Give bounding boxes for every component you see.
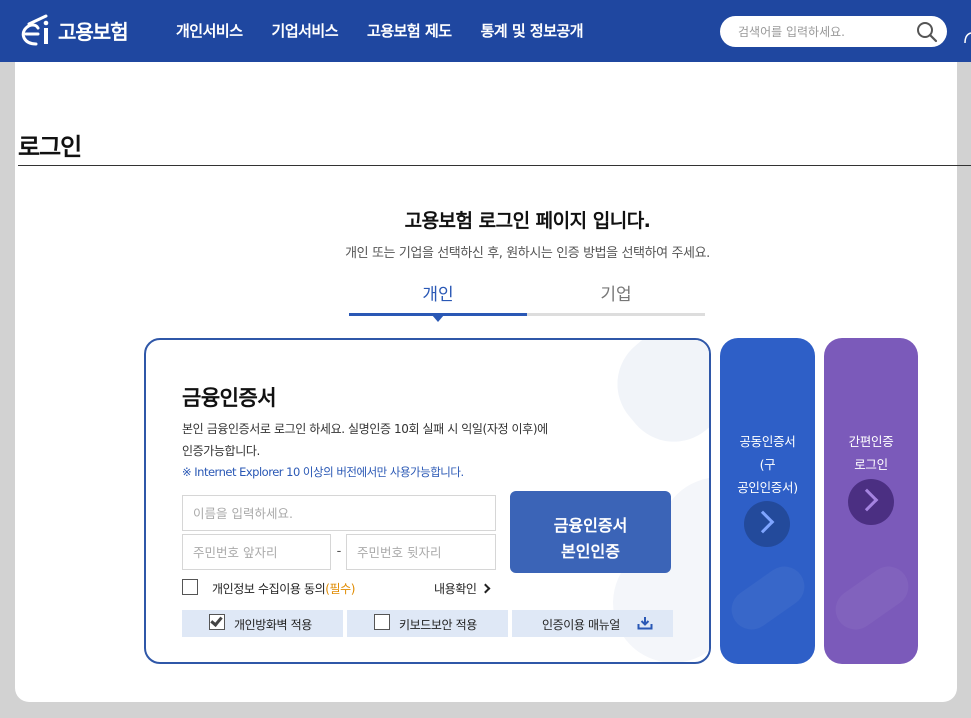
nav-company-services[interactable]: 기업서비스 <box>272 20 339 41</box>
rrn-front-input[interactable] <box>182 534 331 570</box>
joint-cert-line: (구 <box>759 457 776 472</box>
financial-cert-card: 금융인증서 본인 금융인증서로 로그인 하세요. 실명인증 10회 실패 시 익… <box>144 338 711 664</box>
simple-auth-panel[interactable]: 간편인증 로그인 <box>824 338 918 664</box>
firewall-label: 개인방화벽 적용 <box>234 618 312 632</box>
joint-cert-label: 공동인증서 (구 공인인증서) <box>720 430 815 499</box>
tab-active-caret-icon <box>432 315 444 322</box>
card-description: 본인 금융인증서로 로그인 하세요. 실명인증 10회 실패 시 익일(자정 이… <box>182 418 612 462</box>
joint-cert-line: 공동인증서 <box>739 434 796 449</box>
nav-statistics[interactable]: 통계 및 정보공개 <box>481 20 584 41</box>
search-input[interactable] <box>738 22 908 42</box>
privacy-agree-label: 개인정보 수집이용 동의(필수) <box>212 580 355 597</box>
site-logo[interactable]: 고용보험 <box>16 10 129 50</box>
checkmark-icon <box>210 614 223 627</box>
button-label-line: 금융인증서 <box>553 517 628 535</box>
login-subheading: 개인 또는 기업을 선택하신 후, 원하시는 인증 방법을 선택하여 주세요. <box>345 246 710 261</box>
nav-insurance-system[interactable]: 고용보험 제도 <box>367 20 452 41</box>
ei-logo-icon <box>16 10 56 50</box>
chevron-right-icon <box>751 510 775 534</box>
agree-text: 개인정보 수집이용 동의 <box>212 582 326 596</box>
panel-decoration <box>827 558 917 638</box>
partial-menu-icon <box>963 30 971 44</box>
tab-personal-label: 개인 <box>422 285 454 305</box>
panel-decoration <box>723 558 813 638</box>
firewall-checkbox[interactable] <box>209 614 225 630</box>
chevron-right-icon <box>480 583 491 594</box>
card-desc-line: 인증가능합니다. <box>182 444 260 458</box>
search-icon[interactable] <box>916 21 938 43</box>
card-decoration <box>597 340 709 463</box>
privacy-agree-checkbox[interactable] <box>182 579 198 595</box>
keyboard-security-option[interactable]: 키보드보안 적용 <box>347 610 508 637</box>
title-divider <box>18 165 971 166</box>
search-box <box>720 16 947 47</box>
keyboard-security-checkbox[interactable] <box>374 614 390 630</box>
login-type-tabs: 개인 기업 <box>349 280 705 322</box>
button-label-line: 본인인증 <box>561 543 620 561</box>
simple-auth-label: 간편인증 로그인 <box>824 430 918 476</box>
joint-cert-arrow-button[interactable] <box>744 501 790 547</box>
simple-auth-line: 간편인증 <box>848 434 894 449</box>
keyboard-security-label: 키보드보안 적용 <box>399 618 477 632</box>
card-title: 금융인증서 <box>182 386 277 410</box>
rrn-back-input[interactable] <box>346 534 496 570</box>
manual-download-button[interactable]: 인증이용 매뉴얼 <box>512 610 673 637</box>
tab-company-label: 기업 <box>600 285 632 305</box>
login-heading: 고용보험 로그인 페이지 입니다. <box>404 210 651 232</box>
name-input[interactable] <box>182 495 496 531</box>
nav-personal-services[interactable]: 개인서비스 <box>176 20 243 41</box>
rrn-separator: - <box>336 544 342 559</box>
card-desc-line: 본인 금융인증서로 로그인 하세요. 실명인증 10회 실패 시 익일(자정 이… <box>182 422 548 436</box>
simple-auth-arrow-button[interactable] <box>848 479 894 525</box>
manual-label: 인증이용 매뉴얼 <box>542 618 620 632</box>
tab-personal[interactable]: 개인 <box>349 280 527 322</box>
financial-cert-auth-button[interactable]: 금융인증서 본인인증 <box>510 491 671 573</box>
chevron-right-icon <box>855 488 879 512</box>
firewall-option[interactable]: 개인방화벽 적용 <box>182 610 343 637</box>
view-terms-label: 내용확인 <box>434 582 477 596</box>
joint-cert-panel[interactable]: 공동인증서 (구 공인인증서) <box>720 338 815 664</box>
simple-auth-line: 로그인 <box>854 457 888 472</box>
joint-cert-line: 공인인증서) <box>737 480 798 495</box>
tab-company[interactable]: 기업 <box>527 280 705 316</box>
logo-text: 고용보험 <box>58 19 129 44</box>
page-title: 로그인 <box>18 133 82 161</box>
required-tag: (필수) <box>325 582 356 596</box>
browser-note: ※ Internet Explorer 10 이상의 버전에서만 사용가능합니다… <box>182 465 464 479</box>
top-header: 고용보험 개인서비스 기업서비스 고용보험 제도 통계 및 정보공개 <box>0 0 971 62</box>
main-nav: 개인서비스 기업서비스 고용보험 제도 통계 및 정보공개 <box>176 20 612 41</box>
download-icon <box>637 616 653 630</box>
view-terms-link[interactable]: 내용확인 <box>434 580 491 597</box>
